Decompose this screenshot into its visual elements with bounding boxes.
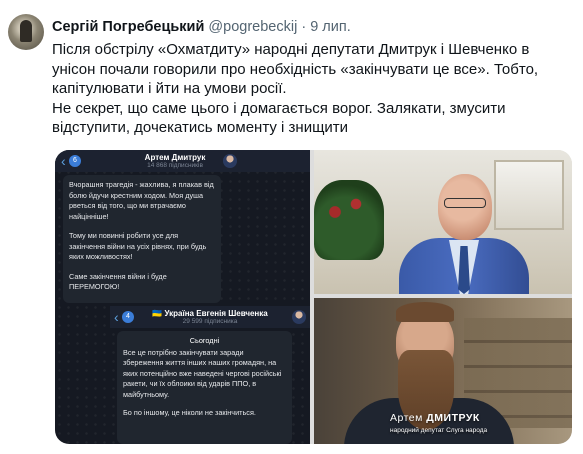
tweet-paragraph-2: Не секрет, що саме цього і домагається в… — [52, 99, 506, 137]
telegram-screenshot[interactable]: ‹ 6 Артем Дмитрук 14 868 підписників Вчо… — [55, 150, 310, 444]
message-2-paragraph-1: Все це потрібно закінчувати заради збере… — [123, 347, 282, 399]
caption-first-name: Артем — [390, 412, 423, 424]
telegram-message-1: Вчорашня трагедія - жахлива, я плакав ві… — [63, 175, 221, 303]
unread-badge-1: 6 — [69, 155, 81, 167]
glasses — [444, 198, 486, 208]
background-window — [494, 160, 564, 230]
tweet-date[interactable]: 9 лип. — [310, 19, 351, 35]
telegram-header-1: ‹ 6 Артем Дмитрук 14 868 підписників — [55, 150, 310, 172]
author-avatar[interactable] — [8, 14, 44, 50]
background-plant — [314, 180, 384, 260]
unread-badge-2: 4 — [122, 311, 134, 323]
hair — [396, 302, 454, 322]
photo-bearded-man[interactable]: Артем ДМИТРУК народний депутат Слуга нар… — [314, 298, 572, 444]
telegram-subscribers-2: 29 599 підписника — [182, 318, 238, 325]
channel-avatar-1 — [223, 154, 237, 168]
telegram-channel-title-2: 🇺🇦 Україна Евгенія Шевченка — [152, 309, 268, 318]
author-handle[interactable]: @pogrebeckij — [208, 19, 297, 35]
photo-caption-name: Артем ДМИТРУК — [390, 412, 480, 424]
photo-caption-role: народний депутат Слуга народа — [390, 427, 488, 434]
back-arrow-icon: ‹ — [114, 309, 119, 325]
tweet-header: Сергій Погребецький @pogrebeckij · 9 лип… — [52, 18, 351, 36]
author-name[interactable]: Сергій Погребецький — [52, 19, 204, 35]
caption-last-name: ДМИТРУК — [426, 412, 480, 424]
back-arrow-icon: ‹ — [61, 153, 66, 169]
telegram-message-2: Сьогодні Все це потрібно закінчувати зар… — [117, 331, 292, 444]
channel-avatar-2 — [292, 310, 306, 324]
header-separator: · — [301, 19, 307, 35]
photo-man-in-suit[interactable] — [314, 150, 572, 294]
avatar-figure — [20, 20, 32, 42]
tweet-card[interactable]: Сергій Погребецький @pogrebeckij · 9 лип… — [0, 0, 583, 454]
tweet-paragraph-1: Після обстрілу «Охматдиту» народні депут… — [52, 41, 539, 97]
message-1-paragraph-2: Тому ми повинні робити усе для закінченн… — [69, 231, 207, 261]
tweet-media-grid[interactable]: ‹ 6 Артем Дмитрук 14 868 підписників Вчо… — [55, 150, 572, 444]
message-1-paragraph-3: Саме закінчення війни і буде ПЕРЕМОГОЮ! — [69, 271, 167, 292]
tweet-text: Після обстрілу «Охматдиту» народні депут… — [52, 40, 562, 138]
message-1-paragraph-1: Вчорашня трагедія - жахлива, я плакав ві… — [69, 180, 214, 221]
telegram-header-2: ‹ 4 🇺🇦 Україна Евгенія Шевченка 29 599 п… — [110, 306, 310, 328]
message-2-paragraph-2: Бо по іншому, це ніколи не закінчиться. — [123, 408, 256, 417]
message-date-label: Сьогодні — [189, 336, 220, 345]
